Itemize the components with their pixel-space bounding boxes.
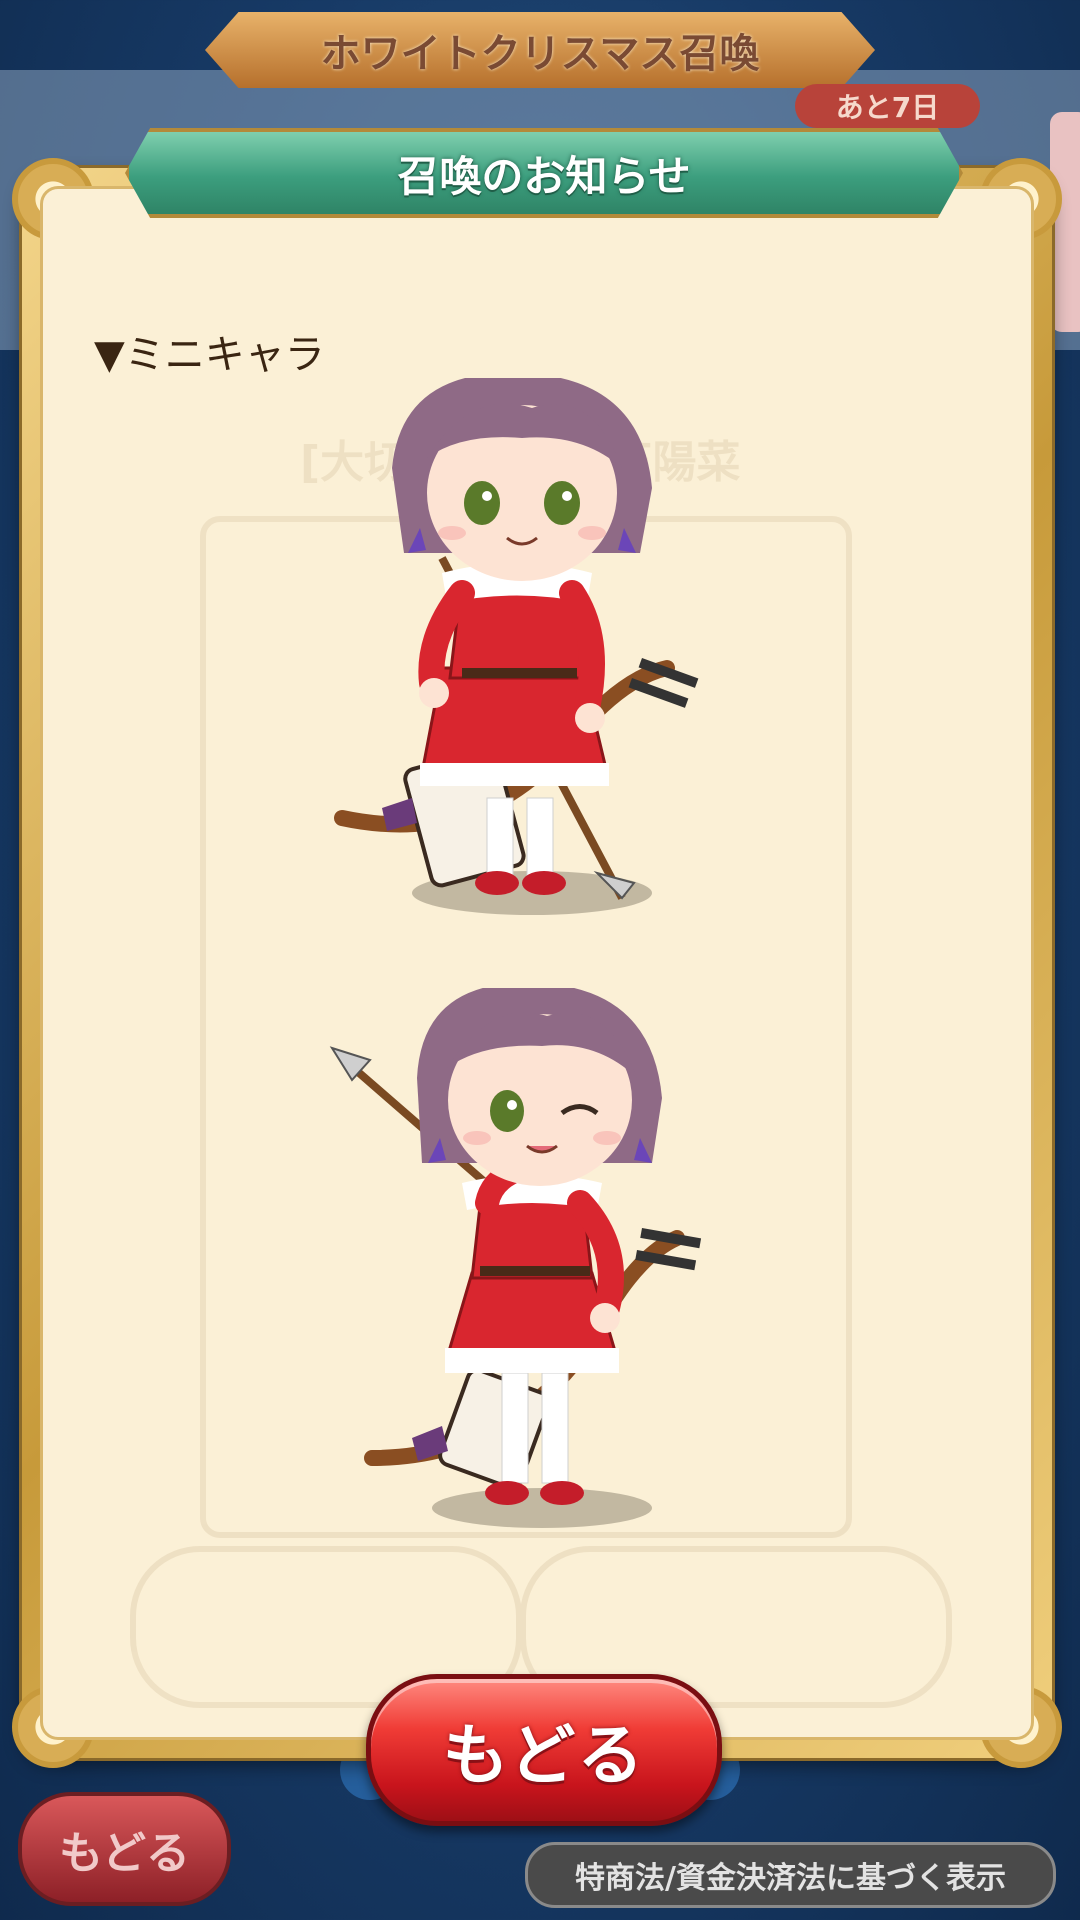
- mini-character-image: [322, 378, 742, 938]
- mini-character-illustration: [334, 378, 699, 915]
- dialog-title: 召喚のお知らせ: [397, 151, 691, 201]
- section-label: ▼ミニキャラ: [94, 332, 325, 378]
- days-left-text: あと7日: [835, 91, 940, 124]
- legal-notice-label: 特商法/資金決済法に基づく表示: [575, 1861, 1006, 1896]
- close-dialog-button[interactable]: もどる: [366, 1674, 722, 1826]
- mini-character-image: [322, 988, 742, 1548]
- mini-character-illustration: [329, 988, 702, 1528]
- dialog-title-banner: 召喚のお知らせ: [125, 128, 963, 218]
- background-back-label: もどる: [58, 1828, 191, 1879]
- days-left-badge: あと7日: [795, 84, 980, 128]
- background-back-button[interactable]: もどる: [18, 1792, 231, 1906]
- gacha-title: ホワイトクリスマス召喚: [320, 31, 760, 77]
- legal-notice-button[interactable]: 特商法/資金決済法に基づく表示: [525, 1842, 1056, 1908]
- close-dialog-label: もどる: [442, 1717, 646, 1794]
- gacha-title-banner: ホワイトクリスマス召喚: [205, 12, 875, 88]
